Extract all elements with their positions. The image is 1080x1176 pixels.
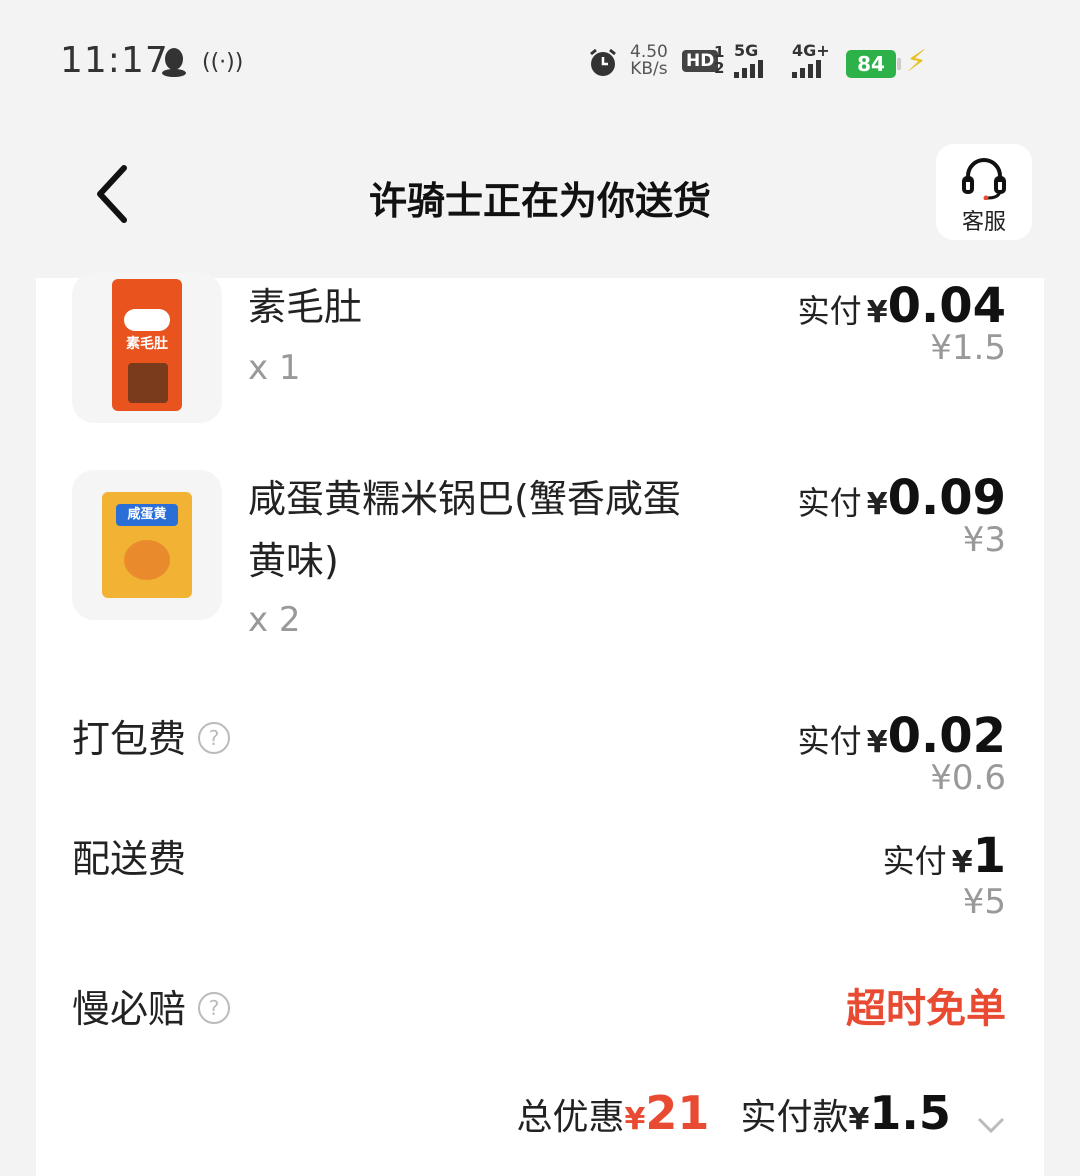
product-image: 素毛肚: [72, 273, 222, 423]
packing-fee-paid: 实付 ¥0.02: [797, 708, 1006, 764]
customer-service-label: 客服: [961, 210, 1006, 235]
page-title: 许骑士正在为你送货: [368, 179, 711, 223]
item-original-price: ¥3: [962, 520, 1006, 560]
packing-fee-label: 打包费: [72, 717, 187, 761]
late-compensation-label: 慢必赔: [72, 987, 187, 1031]
headset-icon: [962, 158, 1006, 200]
packing-fee-original: ¥0.6: [930, 758, 1006, 798]
clock: 11:17: [60, 40, 169, 81]
delivery-fee-original: ¥5: [962, 882, 1006, 922]
hd-voice-badge: HD: [682, 50, 719, 72]
product-image: 咸蛋黄: [72, 470, 222, 620]
delivery-fee-paid: 实付 ¥1: [882, 828, 1006, 884]
battery-tip: [897, 58, 901, 70]
list-item[interactable]: 咸蛋黄 咸蛋黄糯米锅巴(蟹香咸蛋黄味) x 2 实付 ¥0.09 ¥3: [36, 470, 1044, 650]
total-discount-label: 总优惠: [516, 1097, 625, 1138]
order-total-row[interactable]: 总优惠¥21 实付款¥1.5: [517, 1086, 1006, 1140]
nav-header: 许骑士正在为你送货 客服: [0, 130, 1080, 270]
item-original-price: ¥1.5: [930, 328, 1006, 368]
total-paid-value: 1.5: [869, 1086, 951, 1140]
battery-level: 84: [846, 50, 896, 78]
delivery-fee-label: 配送费: [72, 837, 187, 881]
charging-bolt-icon: ⚡: [906, 44, 928, 79]
signal-5g-icon: 5G: [734, 43, 763, 78]
qq-penguin-icon: [162, 48, 186, 77]
packing-fee-row: 打包费?: [72, 708, 231, 763]
alarm-clock-icon: [590, 48, 616, 76]
help-icon[interactable]: ?: [198, 991, 231, 1024]
customer-service-button[interactable]: 客服: [936, 144, 1032, 240]
item-quantity: x 2: [248, 600, 301, 640]
status-bar: 11:17 ((·)) 4.50 KB/s HD 12 5G 4G+ 84 ⚡: [0, 0, 1080, 130]
total-paid-label: 实付款: [740, 1097, 849, 1138]
chevron-down-icon[interactable]: [976, 1115, 1006, 1135]
list-item[interactable]: 素毛肚 素毛肚 x 1 实付 ¥0.04 ¥1.5: [36, 273, 1044, 438]
item-quantity: x 1: [248, 348, 301, 388]
help-icon[interactable]: ?: [198, 721, 231, 754]
item-paid-price: 实付 ¥0.04: [797, 278, 1006, 334]
order-detail-card: 素毛肚 素毛肚 x 1 实付 ¥0.04 ¥1.5 咸蛋黄 咸蛋黄糯米锅巴(蟹香…: [36, 273, 1044, 1176]
item-name: 咸蛋黄糯米锅巴(蟹香咸蛋黄味): [248, 477, 681, 583]
late-free-badge: 超时免单: [846, 986, 1006, 1032]
late-compensation-row: 慢必赔?: [72, 978, 231, 1033]
item-name: 素毛肚: [248, 285, 363, 329]
signal-4g-icon: 4G+: [792, 43, 830, 78]
nfc-icon: ((·)): [202, 50, 244, 75]
total-discount-value: 21: [645, 1086, 710, 1140]
sim-index: 12: [714, 43, 725, 77]
item-paid-price: 实付 ¥0.09: [797, 470, 1006, 526]
network-speed: 4.50 KB/s: [630, 42, 668, 79]
